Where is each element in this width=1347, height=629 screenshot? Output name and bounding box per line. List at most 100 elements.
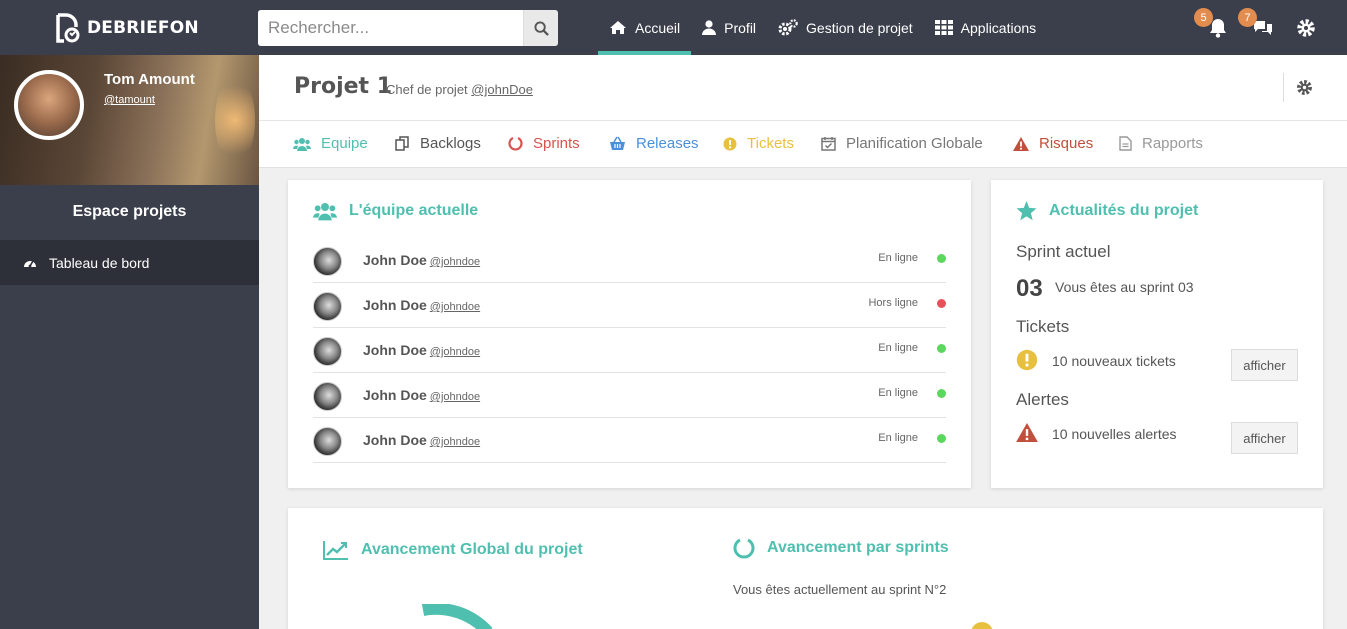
member-status: En ligne [878, 387, 918, 399]
news-card-title: Actualités du projet [1016, 201, 1198, 221]
member-handle-link[interactable]: @johndoe [430, 301, 480, 313]
member-name: John Doe @johndoe [363, 297, 481, 313]
settings-button[interactable] [1296, 18, 1318, 40]
member-name: John Doe @johndoe [363, 432, 481, 448]
tab-label: Equipe [321, 135, 368, 152]
tab-label: Releases [636, 135, 699, 152]
project-header: Projet 1 Chef de projet @johnDoe [259, 55, 1347, 121]
avatar[interactable] [313, 247, 342, 276]
warning-icon [1013, 136, 1029, 151]
tickets-text: 10 nouveaux tickets [1052, 353, 1176, 369]
team-member-row: John Doe @johndoe En ligne [313, 328, 946, 373]
nav-applications[interactable]: Applications [924, 0, 1048, 55]
card-title-label: Actualités du projet [1049, 202, 1199, 219]
basket-icon [610, 136, 625, 150]
profile-handle-link[interactable]: @tamount [104, 94, 155, 106]
exclamation-circle-icon [723, 137, 737, 150]
avatar[interactable] [14, 70, 84, 140]
member-status: En ligne [878, 252, 918, 264]
global-progress-title: Avancement Global du projet [323, 540, 583, 560]
sidebar: Tom Amount @tamount Espace projets Table… [0, 55, 259, 629]
alerts-section-label: Alertes [1016, 390, 1069, 409]
project-manager-link[interactable]: @johnDoe [471, 82, 533, 97]
member-name: John Doe @johndoe [363, 387, 481, 403]
file-icon [1119, 136, 1132, 151]
nav-profil[interactable]: Profil [691, 0, 767, 55]
gear-icon [1297, 19, 1315, 37]
member-handle-link[interactable]: @johndoe [430, 391, 480, 403]
project-manager-label: Chef de projet [386, 82, 468, 97]
member-status: En ligne [878, 432, 918, 444]
sidebar-item-tableau-de-bord[interactable]: Tableau de bord [0, 240, 259, 285]
brand-name: DEBRIEFON [87, 18, 199, 38]
card-title-label: L'équipe actuelle [349, 202, 479, 219]
tickets-section-label: Tickets [1016, 317, 1070, 336]
nav-accueil[interactable]: Accueil [598, 0, 692, 55]
copy-icon [395, 136, 409, 151]
messages-button[interactable]: 7 [1238, 8, 1274, 40]
member-handle-link[interactable]: @johndoe [430, 436, 480, 448]
divider [1283, 73, 1284, 102]
cogs-icon [778, 19, 798, 36]
nav-label: Accueil [635, 19, 681, 36]
warning-icon [1016, 423, 1038, 442]
nav-label: Applications [960, 19, 1037, 36]
tab-label: Sprints [533, 135, 580, 152]
member-handle-link[interactable]: @johndoe [430, 256, 480, 268]
circle-notch-icon [733, 538, 755, 559]
tab-tickets[interactable]: Tickets [723, 121, 794, 166]
tab-label: Risques [1039, 135, 1094, 152]
tab-equipe[interactable]: Equipe [293, 121, 368, 166]
sprint-marker [971, 622, 993, 629]
tab-label: Rapports [1142, 135, 1203, 152]
member-handle-link[interactable]: @johndoe [430, 346, 480, 358]
tab-risques[interactable]: Risques [1013, 121, 1093, 166]
project-settings-button[interactable] [1296, 79, 1314, 97]
tab-label: Backlogs [420, 135, 481, 152]
team-member-row: John Doe @johndoe En ligne [313, 238, 946, 283]
avatar[interactable] [313, 427, 342, 456]
sidebar-item-label: Tableau de bord [49, 254, 150, 271]
tab-sprints[interactable]: Sprints [508, 121, 580, 166]
calendar-check-icon [821, 137, 836, 151]
show-tickets-button[interactable]: afficher [1231, 349, 1298, 381]
tab-planification-globale[interactable]: Planification Globale [821, 121, 983, 166]
card-title-label: Avancement par sprints [767, 539, 949, 556]
users-icon [313, 203, 337, 221]
tab-releases[interactable]: Releases [609, 121, 699, 166]
profile-name: Tom Amount [104, 71, 195, 88]
status-dot [937, 434, 946, 443]
sprint-progress-title: Avancement par sprints [733, 537, 949, 559]
tab-label: Planification Globale [846, 135, 983, 152]
brand-logo[interactable]: DEBRIEFON [55, 13, 199, 43]
line-chart-icon [323, 541, 348, 560]
news-card: Actualités du projet Sprint actuel 03 Vo… [991, 180, 1323, 488]
status-dot [937, 299, 946, 308]
search-bar [258, 10, 558, 46]
alerts-text: 10 nouvelles alertes [1052, 426, 1177, 442]
tab-backlogs[interactable]: Backlogs [395, 121, 481, 166]
team-member-row: John Doe @johndoe En ligne [313, 373, 946, 418]
search-button[interactable] [523, 10, 558, 46]
card-title-label: Avancement Global du projet [361, 541, 583, 558]
avatar[interactable] [313, 337, 342, 366]
sprint-text: Vous êtes au sprint 03 [1055, 279, 1194, 295]
user-icon [702, 20, 717, 35]
status-dot [937, 344, 946, 353]
project-tabs: Equipe Backlogs Sprints Releases Tickets… [259, 121, 1347, 168]
avatar[interactable] [313, 292, 342, 321]
team-member-row: John Doe @johndoe Hors ligne [313, 283, 946, 328]
main-nav: Accueil Profil Gestion de projet Applica… [598, 0, 1047, 55]
search-input[interactable] [258, 10, 523, 46]
avatar[interactable] [313, 382, 342, 411]
profile-header: Tom Amount @tamount [0, 55, 259, 185]
member-status: Hors ligne [868, 297, 918, 309]
team-member-row: John Doe @johndoe En ligne [313, 418, 946, 463]
member-name: John Doe @johndoe [363, 252, 481, 268]
sprint-number: 03 [1016, 275, 1043, 302]
gear-icon [1297, 80, 1312, 95]
tab-rapports[interactable]: Rapports [1119, 121, 1203, 166]
notifications-button[interactable]: 5 [1194, 8, 1230, 40]
show-alerts-button[interactable]: afficher [1231, 422, 1298, 454]
nav-gestion-projet[interactable]: Gestion de projet [767, 0, 924, 55]
